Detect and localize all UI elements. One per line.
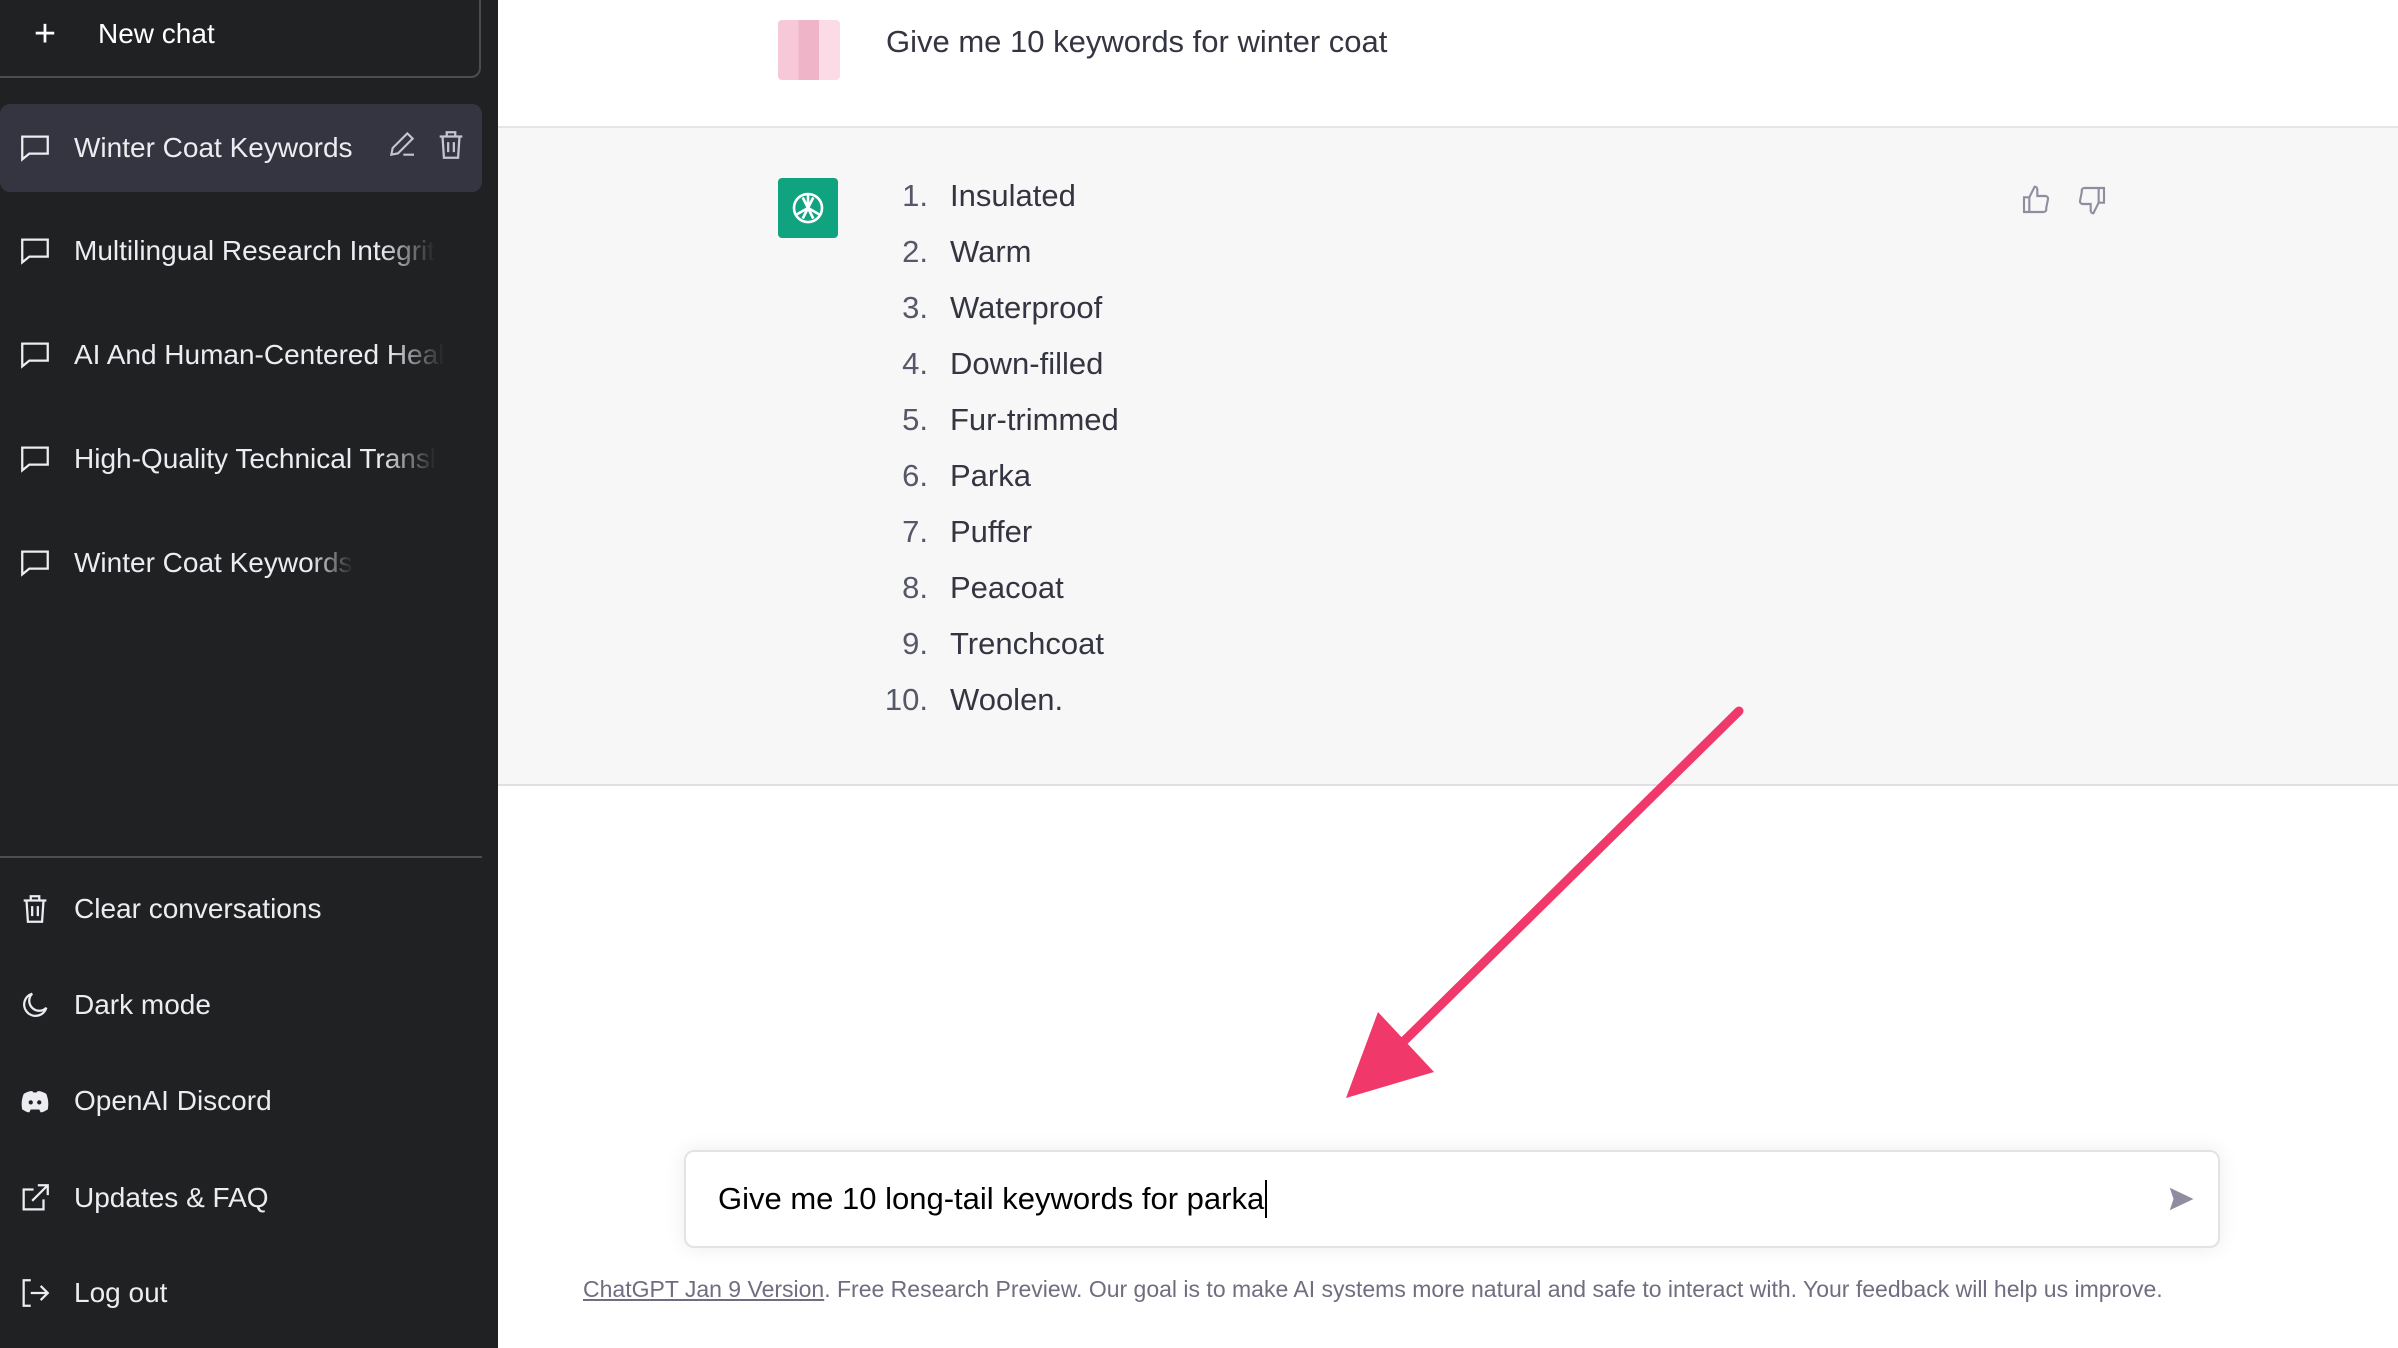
trash-icon bbox=[18, 892, 52, 926]
keyword-number: 10. bbox=[884, 682, 928, 717]
logout-icon bbox=[18, 1276, 52, 1310]
chat-bubble-icon bbox=[18, 442, 52, 476]
sidebar-clear-conversationsbutton[interactable]: Clear conversations bbox=[0, 865, 482, 953]
edit-icon[interactable] bbox=[386, 128, 418, 169]
conversation-title: Multilingual Research Integrit bbox=[74, 235, 436, 266]
delete-icon[interactable] bbox=[434, 128, 468, 169]
sidebar-log-outbutton[interactable]: Log out bbox=[0, 1249, 482, 1337]
keyword-text: Fur-trimmed bbox=[950, 402, 1119, 437]
keyword-text: Down-filled bbox=[950, 346, 1104, 381]
conversation-item[interactable]: Multilingual Research Integrit bbox=[0, 207, 482, 295]
sidebar-action-label: Clear conversations bbox=[74, 893, 322, 924]
keyword-text: Parka bbox=[950, 458, 1031, 493]
footer-disclaimer: ChatGPT Jan 9 Version. Free Research Pre… bbox=[583, 1276, 2163, 1303]
keyword-number: 2. bbox=[902, 234, 928, 269]
external-link-icon bbox=[18, 1181, 52, 1215]
chat-bubble-icon bbox=[18, 546, 52, 580]
keyword-number: 9. bbox=[902, 626, 928, 661]
keyword-item: 9. Trenchcoat bbox=[858, 626, 1119, 682]
keyword-number: 4. bbox=[902, 346, 928, 381]
new-chat-button[interactable]: + New chat bbox=[0, 0, 481, 78]
chat-bubble-icon bbox=[18, 131, 52, 165]
keyword-number: 3. bbox=[902, 290, 928, 325]
sidebar-action-label: Dark mode bbox=[74, 989, 211, 1020]
conversation-item[interactable]: Winter Coat Keywords bbox=[0, 519, 482, 607]
keyword-list: 1. Insulated 2. Warm 3. Waterproof 4. Down-fill… bbox=[858, 178, 1119, 738]
chat-main: Give me 10 keywords for winter coat 1. In… bbox=[498, 0, 2398, 1348]
version-link[interactable]: ChatGPT Jan 9 Version bbox=[583, 1276, 824, 1302]
conversation-item[interactable]: AI And Human-Centered Heal bbox=[0, 311, 482, 399]
new-chat-label: New chat bbox=[98, 18, 215, 49]
user-avatar bbox=[778, 20, 840, 80]
keyword-text: Trenchcoat bbox=[950, 626, 1104, 661]
conversation-title: Winter Coat Keywords bbox=[74, 547, 353, 578]
keyword-number: 8. bbox=[902, 570, 928, 605]
keyword-item: 5. Fur-trimmed bbox=[858, 402, 1119, 458]
keyword-number: 1. bbox=[902, 178, 928, 213]
sidebar-updates-faqbutton[interactable]: Updates & FAQ bbox=[0, 1154, 482, 1242]
keyword-item: 2. Warm bbox=[858, 234, 1119, 290]
plus-icon: + bbox=[33, 12, 57, 55]
sidebar-action-label: OpenAI Discord bbox=[74, 1085, 272, 1116]
conversation-title: AI And Human-Centered Heal bbox=[74, 339, 445, 370]
conversation-item[interactable]: High-Quality Technical Transl bbox=[0, 415, 482, 503]
keyword-number: 5. bbox=[902, 402, 928, 437]
keyword-item: 3. Waterproof bbox=[858, 290, 1119, 346]
keyword-text: Puffer bbox=[950, 514, 1033, 549]
keyword-item: 1. Insulated bbox=[858, 178, 1119, 234]
conversation-item[interactable]: Winter Coat Keywords bbox=[0, 104, 482, 192]
thumbs-up-icon[interactable] bbox=[2020, 184, 2052, 221]
sidebar-openai-discordbutton[interactable]: OpenAI Discord bbox=[0, 1057, 482, 1145]
send-icon[interactable] bbox=[2166, 1184, 2196, 1222]
keyword-text: Woolen. bbox=[950, 682, 1064, 717]
keyword-item: 7. Puffer bbox=[858, 514, 1119, 570]
sidebar-action-label: Log out bbox=[74, 1277, 168, 1308]
assistant-message-row: 1. Insulated 2. Warm 3. Waterproof 4. Down-fill… bbox=[498, 128, 2398, 786]
moon-icon bbox=[18, 988, 52, 1022]
keyword-text: Waterproof bbox=[950, 290, 1103, 325]
keyword-item: 8. Peacoat bbox=[858, 570, 1119, 626]
chat-bubble-icon bbox=[18, 234, 52, 268]
footer-text: . Free Research Preview. Our goal is to … bbox=[824, 1276, 2163, 1302]
keyword-text: Peacoat bbox=[950, 570, 1064, 605]
openai-logo-icon bbox=[778, 178, 838, 238]
keyword-text: Insulated bbox=[950, 178, 1076, 213]
keyword-item: 4. Down-filled bbox=[858, 346, 1119, 402]
chat-bubble-icon bbox=[18, 338, 52, 372]
message-input-value: Give me 10 long-tail keywords for parka bbox=[718, 1181, 1265, 1216]
discord-icon bbox=[18, 1084, 52, 1118]
keyword-text: Warm bbox=[950, 234, 1032, 269]
keyword-item: 6. Parka bbox=[858, 458, 1119, 514]
message-input[interactable]: Give me 10 long-tail keywords for parka bbox=[684, 1150, 2220, 1248]
conversation-title: High-Quality Technical Transl bbox=[74, 443, 437, 474]
keyword-number: 7. bbox=[902, 514, 928, 549]
sidebar-action-label: Updates & FAQ bbox=[74, 1182, 269, 1213]
sidebar-dark-modebutton[interactable]: Dark mode bbox=[0, 961, 482, 1049]
text-caret bbox=[1265, 1180, 1268, 1218]
keyword-item: 10. Woolen. bbox=[858, 682, 1119, 738]
keyword-number: 6. bbox=[902, 458, 928, 493]
sidebar: + New chat Winter Coat Keywords Multiling… bbox=[0, 0, 498, 1348]
conversation-title: Winter Coat Keywords bbox=[74, 132, 353, 163]
user-message-row: Give me 10 keywords for winter coat bbox=[498, 0, 2398, 128]
user-message: Give me 10 keywords for winter coat bbox=[886, 24, 1388, 59]
sidebar-divider bbox=[0, 856, 482, 858]
thumbs-down-icon[interactable] bbox=[2076, 184, 2108, 221]
